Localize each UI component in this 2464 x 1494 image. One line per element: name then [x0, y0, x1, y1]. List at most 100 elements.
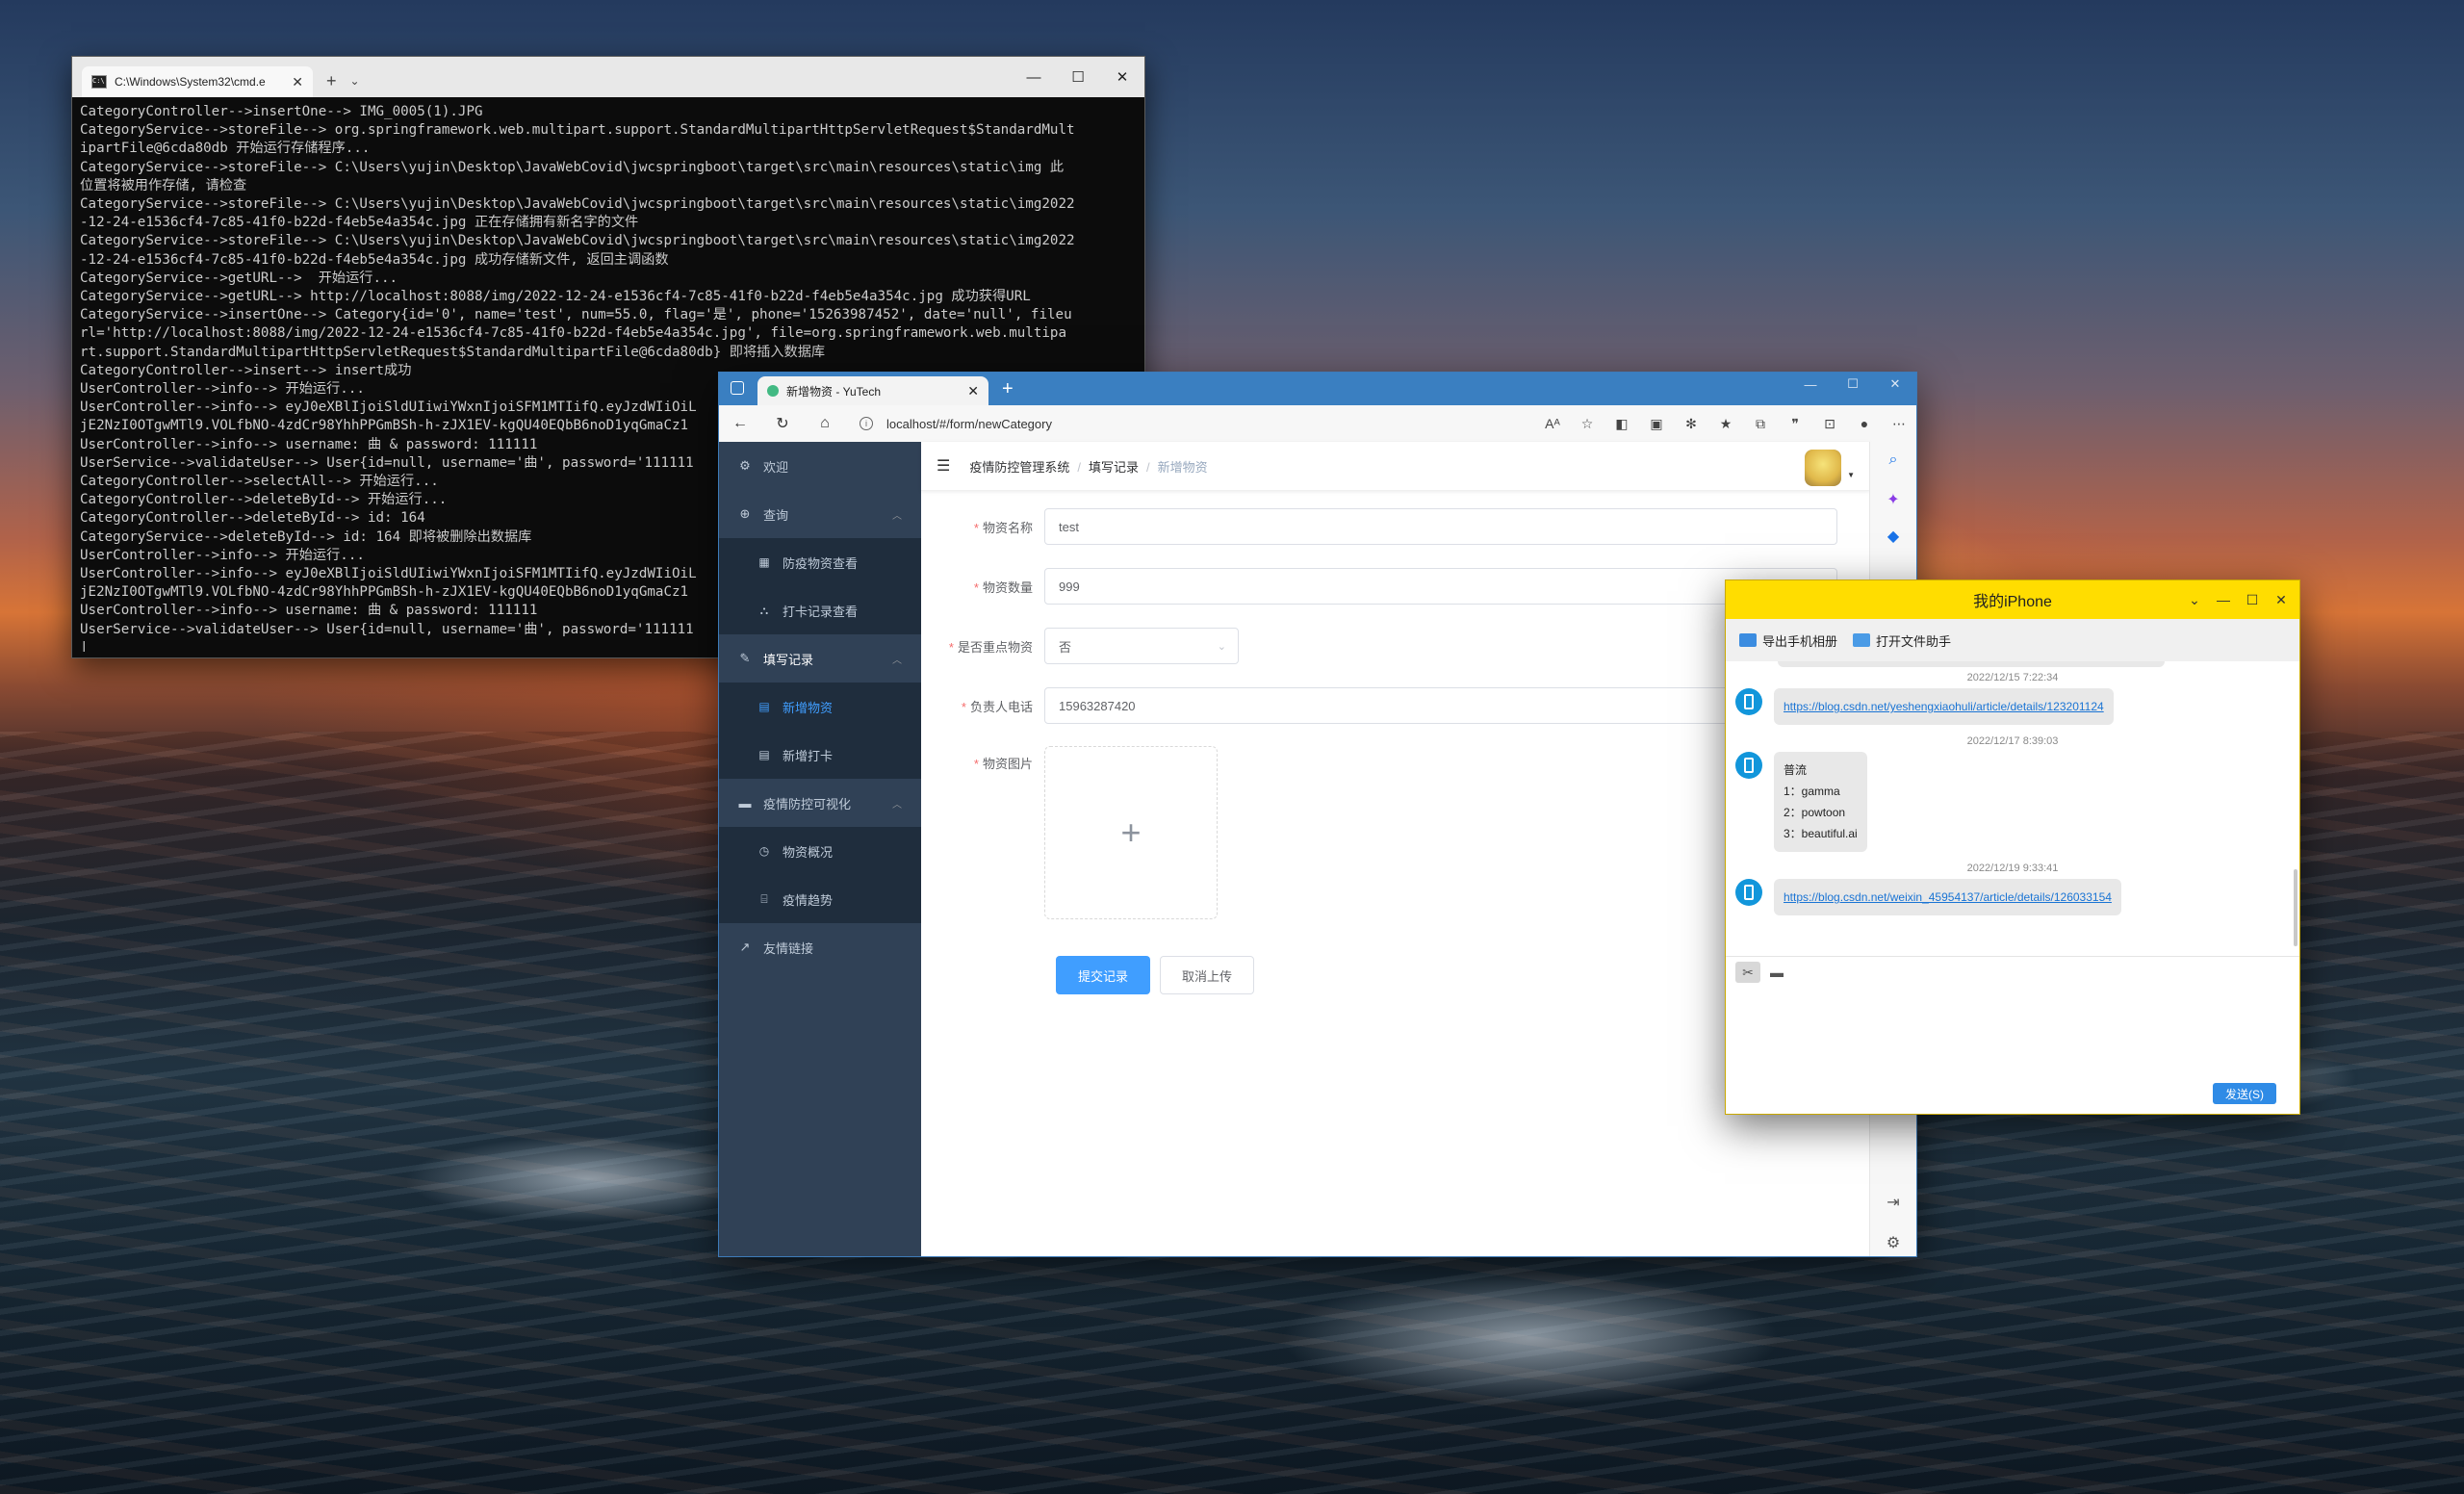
new-tab-icon[interactable]: +: [1002, 378, 1014, 400]
breadcrumb: 疫情防控管理系统 / 填写记录 / 新增物资: [969, 459, 1208, 475]
chat-input-area[interactable]: [1726, 989, 2299, 1075]
console-line: CategoryService-->getURL--> 开始运行...: [80, 270, 398, 286]
sidebar-item-query[interactable]: ⊕ 查询 ︿: [719, 490, 921, 538]
search-icon[interactable]: ⌕: [1870, 451, 1916, 469]
extension-icon[interactable]: ◧: [1604, 416, 1639, 432]
edit-icon: ✎: [739, 651, 751, 665]
breadcrumb-item[interactable]: 疫情防控管理系统: [969, 460, 1069, 475]
maximize-icon[interactable]: ☐: [2238, 580, 2267, 619]
folder-icon[interactable]: ▬: [1764, 962, 1789, 983]
copilot-icon[interactable]: ✦: [1870, 490, 1916, 509]
chevron-down-icon[interactable]: ⌄: [350, 74, 360, 88]
url-field[interactable]: i localhost/#/form/newCategory: [860, 417, 1052, 431]
chat-title: 我的iPhone: [1973, 594, 2052, 610]
avatar[interactable]: [1805, 450, 1841, 486]
key-supply-select[interactable]: 否 ⌄: [1044, 628, 1239, 664]
quantity-input[interactable]: 999: [1044, 568, 1837, 605]
sidebar-item-write[interactable]: ✎ 填写记录 ︿: [719, 634, 921, 683]
browser-tabbar[interactable]: 新增物资 - YuTech ✕ + — ☐ ✕: [719, 373, 1916, 405]
sidebar-item-supplies-view[interactable]: ▦ 防疫物资查看: [719, 538, 921, 586]
collections-icon[interactable]: ⧉: [1743, 416, 1778, 432]
sidebar-item-links[interactable]: ↗ 友情链接: [719, 923, 921, 971]
send-button[interactable]: 发送(S): [2213, 1083, 2276, 1104]
minimize-icon[interactable]: —: [1012, 57, 1056, 97]
close-tab-icon[interactable]: ✕: [967, 383, 979, 399]
close-icon[interactable]: ✕: [1100, 57, 1144, 97]
scissors-icon[interactable]: ✂: [1735, 962, 1760, 983]
phone-input[interactable]: 15963287420: [1044, 687, 1837, 724]
browser-tab[interactable]: 新增物资 - YuTech ✕: [757, 376, 988, 405]
back-icon[interactable]: ←: [719, 415, 761, 432]
open-file-assistant-button[interactable]: 打开文件助手: [1876, 631, 1951, 650]
console-line: CategoryService-->storeFile--> C:\Users\…: [80, 233, 1075, 249]
site-info-icon[interactable]: i: [860, 417, 873, 430]
clock-icon: ◷: [758, 844, 770, 858]
address-bar-row: ← ↻ ⌂ i localhost/#/form/newCategory Aᴬ …: [719, 405, 1916, 443]
sidebar-item-label: 疫情防控可视化: [763, 796, 852, 811]
gear-icon[interactable]: ⚙: [1870, 1233, 1916, 1252]
submit-button[interactable]: 提交记录: [1056, 956, 1150, 994]
folder-icon: [1853, 633, 1871, 647]
chat-titlebar[interactable]: 我的iPhone ⌄ — ☐ ✕: [1726, 580, 2299, 619]
breadcrumb-item: 新增物资: [1157, 459, 1208, 475]
sidebar-item-label: 填写记录: [763, 652, 814, 667]
minimize-icon[interactable]: —: [1789, 373, 1832, 396]
dashboard-icon: ⚙: [739, 458, 751, 473]
name-input[interactable]: test: [1044, 508, 1837, 545]
more-icon[interactable]: ⋯: [1882, 416, 1916, 432]
caret-down-icon[interactable]: ▼: [1847, 471, 1855, 479]
tab-actions-icon[interactable]: [731, 381, 744, 395]
chat-messages[interactable]: 2022/12/15 7:22:34 https://blog.csdn.net…: [1726, 661, 2299, 954]
timestamp: 2022/12/15 7:22:34: [1966, 672, 2059, 683]
console-line: CategoryService-->storeFile--> C:\Users\…: [80, 196, 1075, 213]
maximize-icon[interactable]: ☐: [1056, 57, 1100, 97]
new-tab-icon[interactable]: +: [326, 71, 337, 91]
monitor-icon: ▬: [738, 795, 752, 811]
quote-icon[interactable]: ❞: [1778, 416, 1812, 432]
extension-badge-icon[interactable]: ▣: [1639, 416, 1674, 432]
cmd-tab[interactable]: C:\ C:\Windows\System32\cmd.e ✕: [82, 66, 313, 97]
cmd-titlebar[interactable]: C:\ C:\Windows\System32\cmd.e ✕ + ⌄ — ☐ …: [72, 57, 1144, 97]
sidebar-item-new-checkin[interactable]: ▤ 新增打卡: [719, 731, 921, 779]
message-text[interactable]: 普流 1：gamma 2：powtoon 3：beautiful.ai: [1774, 752, 1867, 852]
minimize-icon[interactable]: —: [2209, 580, 2238, 619]
home-icon[interactable]: ⌂: [804, 415, 846, 432]
hamburger-icon[interactable]: ☰: [937, 456, 950, 476]
image-upload[interactable]: +: [1044, 746, 1218, 919]
close-icon[interactable]: ✕: [2267, 580, 2296, 619]
sidebar-item-checkin-view[interactable]: ⛬ 打卡记录查看: [719, 586, 921, 634]
favorite-star-icon[interactable]: ☆: [1570, 416, 1604, 432]
message-link[interactable]: https://blog.csdn.net/yeshengxiaohuli/ar…: [1784, 700, 2104, 713]
read-aloud-icon[interactable]: Aᴬ: [1535, 416, 1570, 432]
sidebar-collapse-icon[interactable]: ⇥: [1870, 1193, 1916, 1212]
sidebar-item-new-supply[interactable]: ▤ 新增物资: [719, 683, 921, 731]
sidebar-item-label: 打卡记录查看: [783, 604, 859, 619]
sidebar-item-overview[interactable]: ◷ 物资概况: [719, 827, 921, 875]
console-line: -12-24-e1536cf4-7c85-41f0-b22d-f4eb5e4a3…: [80, 251, 669, 268]
favorites-icon[interactable]: ★: [1708, 416, 1743, 432]
profile-icon[interactable]: ●: [1847, 416, 1882, 432]
puzzle-icon[interactable]: ✻: [1674, 416, 1708, 432]
chat-scrollbar[interactable]: [2294, 869, 2297, 946]
tag-icon[interactable]: ◆: [1870, 527, 1916, 546]
tab-share-icon[interactable]: ⊡: [1812, 416, 1847, 432]
sidebar-item-trend[interactable]: ⌸ 疫情趋势: [719, 875, 921, 923]
refresh-icon[interactable]: ↻: [761, 414, 804, 433]
browser-tab-title: 新增物资 - YuTech: [786, 384, 882, 399]
sidebar-item-welcome[interactable]: ⚙ 欢迎: [719, 442, 921, 490]
close-icon[interactable]: ✕: [1874, 373, 1916, 396]
chat-window[interactable]: 我的iPhone ⌄ — ☐ ✕ 导出手机相册 打开文件助手 2022/12/1…: [1725, 580, 2300, 1115]
message-link[interactable]: https://blog.csdn.net/weixin_45954137/ar…: [1784, 890, 2112, 904]
terminal-icon: C:\: [91, 75, 107, 89]
breadcrumb-item[interactable]: 填写记录: [1089, 460, 1139, 475]
cancel-button[interactable]: 取消上传: [1160, 956, 1254, 994]
sidebar-item-visual[interactable]: ▬ 疫情防控可视化 ︿: [719, 779, 921, 827]
close-tab-icon[interactable]: ✕: [292, 74, 303, 90]
chevron-down-icon[interactable]: ⌄: [2180, 580, 2209, 619]
vue-favicon-icon: [767, 385, 779, 397]
message-line: 1：gamma: [1784, 785, 1840, 798]
maximize-icon[interactable]: ☐: [1832, 373, 1874, 396]
export-photos-button[interactable]: 导出手机相册: [1762, 631, 1837, 650]
sidebar-item-label: 欢迎: [763, 459, 789, 475]
sidebar-item-label: 新增物资: [783, 700, 834, 715]
